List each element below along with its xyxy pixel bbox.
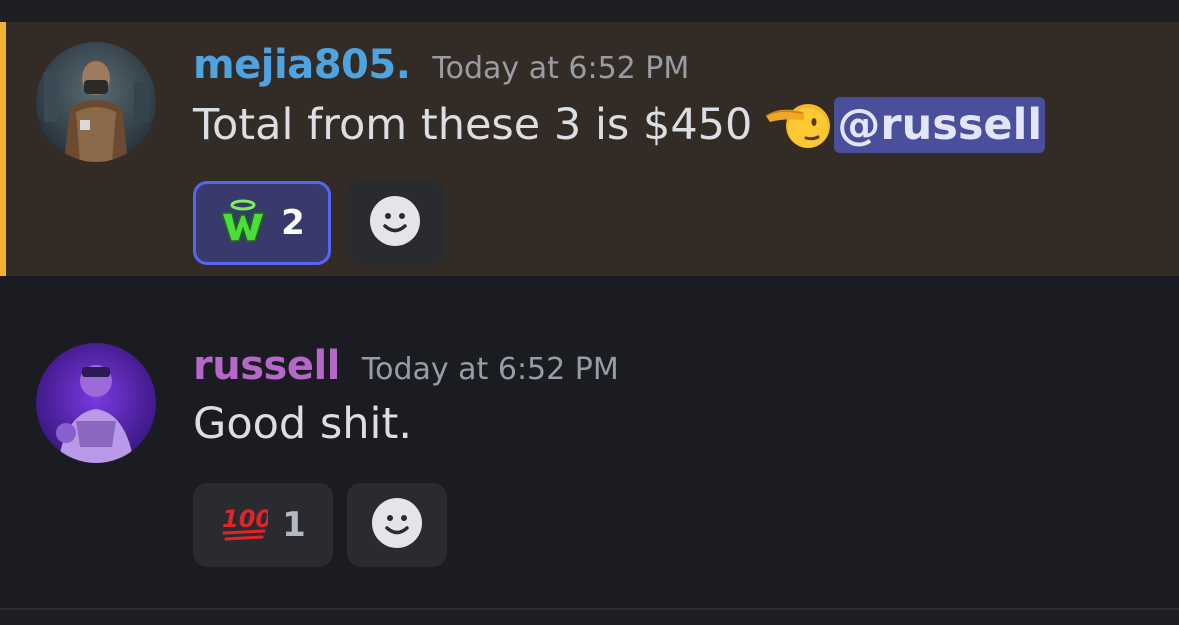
mention-highlight-bar: [0, 22, 6, 276]
message-content: Total from these 3 is $450 @russell: [193, 96, 1046, 154]
message-mejia805[interactable]: mejia805. Today at 6:52 PM Total from the…: [0, 22, 1179, 276]
reaction-count: 2: [281, 203, 305, 243]
add-reaction-button[interactable]: [345, 181, 445, 265]
reaction-count: 1: [282, 505, 306, 545]
message-text: Total from these 3 is $450: [193, 100, 753, 150]
svg-text:100: 100: [222, 505, 268, 533]
bottom-strip: [0, 610, 1179, 625]
message-content: Good shit.: [193, 399, 412, 449]
timestamp[interactable]: Today at 6:52 PM: [432, 51, 689, 86]
message-header: mejia805. Today at 6:52 PM: [193, 42, 689, 88]
timestamp[interactable]: Today at 6:52 PM: [362, 352, 619, 387]
hundred-points-emoji: 100: [220, 501, 272, 549]
add-reaction-button[interactable]: [347, 483, 447, 567]
saluting-face-emoji: [764, 96, 832, 154]
smiley-icon: [369, 195, 421, 251]
username[interactable]: russell: [193, 343, 340, 389]
message-header: russell Today at 6:52 PM: [193, 343, 619, 389]
avatar-russell[interactable]: [36, 343, 156, 463]
reaction-hundred-points[interactable]: 100 1: [193, 483, 333, 567]
smiley-icon: [371, 497, 423, 553]
chat-view: mejia805. Today at 6:52 PM Total from the…: [0, 0, 1179, 625]
message-russell[interactable]: russell Today at 6:52 PM Good shit. 100 1: [0, 276, 1179, 608]
user-mention[interactable]: @russell: [834, 97, 1046, 153]
avatar-mejia805[interactable]: [36, 42, 156, 162]
message-text: Good shit.: [193, 399, 413, 449]
winged-w-emoji: [219, 197, 267, 249]
reaction-bar: 2: [193, 181, 445, 265]
top-divider: [0, 0, 1179, 22]
reaction-bar: 100 1: [193, 483, 447, 567]
reaction-winged-w[interactable]: 2: [193, 181, 331, 265]
username[interactable]: mejia805.: [193, 42, 411, 88]
